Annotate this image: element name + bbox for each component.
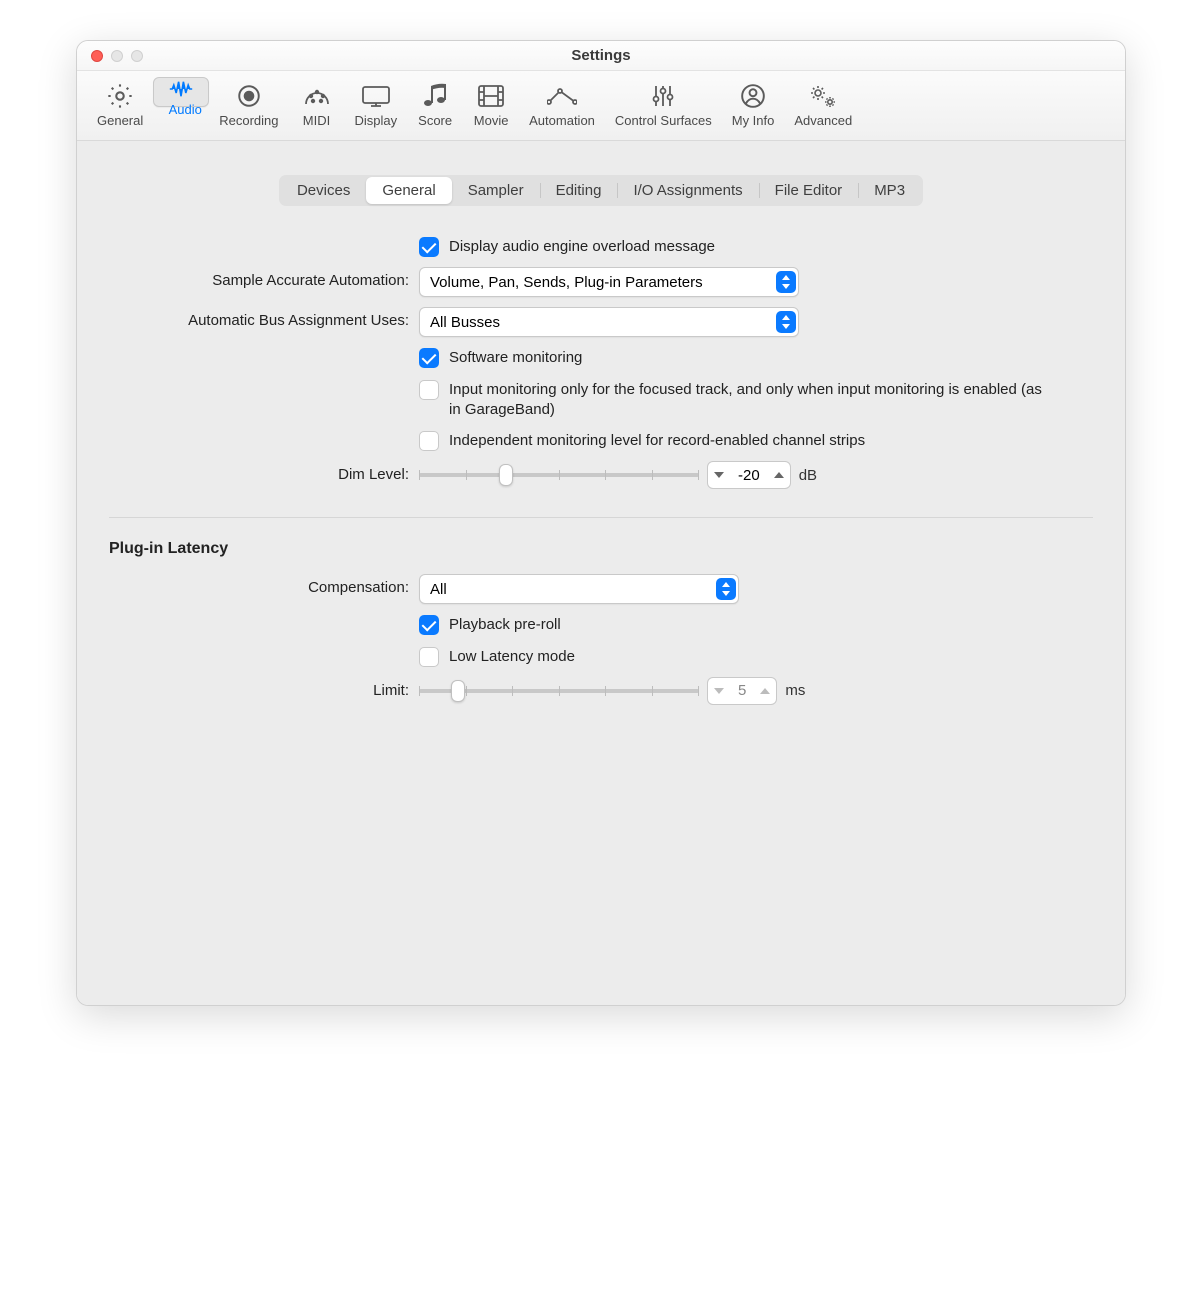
sample-accurate-select[interactable]: Volume, Pan, Sends, Plug-in Parameters [419, 267, 799, 297]
toolbar-recording[interactable]: Recording [209, 77, 288, 130]
toolbar-label: Control Surfaces [615, 113, 712, 128]
software-monitoring-row[interactable]: Software monitoring [419, 347, 582, 368]
independent-monitoring-row[interactable]: Independent monitoring level for record-… [419, 430, 865, 451]
limit-stepper[interactable]: 5 [707, 677, 777, 705]
limit-slider[interactable] [419, 680, 699, 702]
automation-icon [545, 81, 579, 111]
overload-message-row[interactable]: Display audio engine overload message [419, 236, 715, 257]
person-icon [736, 81, 770, 111]
dim-level-value: -20 [730, 467, 768, 484]
limit-value: 5 [730, 682, 754, 699]
limit-unit: ms [785, 682, 805, 699]
select-value: Volume, Pan, Sends, Plug-in Parameters [430, 274, 770, 291]
chevron-down-icon[interactable] [708, 678, 730, 704]
low-latency-checkbox[interactable] [419, 647, 439, 667]
chevron-up-down-icon [776, 311, 796, 333]
bus-assignment-label: Automatic Bus Assignment Uses: [109, 307, 409, 329]
compensation-label: Compensation: [109, 574, 409, 596]
chevron-down-icon[interactable] [708, 462, 730, 488]
toolbar-label: Display [355, 113, 398, 128]
toolbar-score[interactable]: Score [407, 77, 463, 130]
playback-preroll-checkbox[interactable] [419, 615, 439, 635]
dim-level-stepper[interactable]: -20 [707, 461, 791, 489]
sliders-icon [646, 81, 680, 111]
toolbar-label: Score [418, 113, 452, 128]
toolbar-label: Movie [474, 113, 509, 128]
overload-checkbox[interactable] [419, 237, 439, 257]
low-latency-label: Low Latency mode [449, 646, 575, 667]
independent-monitoring-checkbox[interactable] [419, 431, 439, 451]
tab-io-assignments[interactable]: I/O Assignments [617, 177, 758, 204]
select-value: All Busses [430, 314, 770, 331]
toolbar-advanced[interactable]: Advanced [784, 77, 862, 130]
toolbar-general[interactable]: General [87, 77, 153, 130]
chevron-up-down-icon [776, 271, 796, 293]
gear-icon [103, 81, 137, 111]
dim-level-unit: dB [799, 467, 817, 484]
overload-label: Display audio engine overload message [449, 236, 715, 257]
tab-devices[interactable]: Devices [281, 177, 366, 204]
toolbar-movie[interactable]: Movie [463, 77, 519, 130]
compensation-select[interactable]: All [419, 574, 739, 604]
preferences-toolbar: General Audio Recording MIDI Display Sco… [77, 71, 1125, 141]
toolbar-midi[interactable]: MIDI [289, 77, 345, 130]
tab-sampler[interactable]: Sampler [452, 177, 540, 204]
toolbar-label: MIDI [303, 113, 330, 128]
bus-assignment-select[interactable]: All Busses [419, 307, 799, 337]
toolbar-label: General [97, 113, 143, 128]
playback-preroll-label: Playback pre-roll [449, 614, 561, 635]
toolbar-label: Audio [169, 102, 202, 117]
toolbar-label: Recording [219, 113, 278, 128]
software-monitoring-label: Software monitoring [449, 347, 582, 368]
chevron-up-icon[interactable] [768, 462, 790, 488]
dim-level-label: Dim Level: [109, 461, 409, 483]
sample-accurate-label: Sample Accurate Automation: [109, 267, 409, 289]
record-icon [232, 81, 266, 111]
midi-icon [300, 81, 334, 111]
tab-mp3[interactable]: MP3 [858, 177, 921, 204]
toolbar-display[interactable]: Display [345, 77, 408, 130]
settings-form: Display audio engine overload message Sa… [99, 236, 1103, 705]
focused-track-label: Input monitoring only for the focused tr… [449, 379, 1049, 421]
display-icon [359, 81, 393, 111]
toolbar-label: My Info [732, 113, 775, 128]
tab-editing[interactable]: Editing [540, 177, 618, 204]
focused-track-checkbox[interactable] [419, 380, 439, 400]
audio-icon [168, 78, 202, 100]
score-icon [418, 81, 452, 111]
select-value: All [430, 581, 710, 598]
toolbar-my-info[interactable]: My Info [722, 77, 785, 130]
toolbar-control-surfaces[interactable]: Control Surfaces [605, 77, 722, 130]
toolbar-label: Automation [529, 113, 595, 128]
chevron-up-icon[interactable] [754, 678, 776, 704]
independent-monitoring-label: Independent monitoring level for record-… [449, 430, 865, 451]
playback-preroll-row[interactable]: Playback pre-roll [419, 614, 561, 635]
tab-general[interactable]: General [366, 177, 451, 204]
settings-window: Settings General Audio Recording MIDI Di… [76, 40, 1126, 1006]
dim-level-slider[interactable] [419, 464, 699, 486]
window-title: Settings [77, 47, 1125, 64]
chevron-up-down-icon [716, 578, 736, 600]
software-monitoring-checkbox[interactable] [419, 348, 439, 368]
focused-track-row[interactable]: Input monitoring only for the focused tr… [419, 379, 1049, 421]
toolbar-audio[interactable]: Audio [153, 77, 209, 107]
subtab-bar: Devices General Sampler Editing I/O Assi… [279, 175, 923, 206]
divider [109, 517, 1093, 518]
movie-icon [474, 81, 508, 111]
tab-file-editor[interactable]: File Editor [759, 177, 859, 204]
toolbar-automation[interactable]: Automation [519, 77, 605, 130]
content-pane: Devices General Sampler Editing I/O Assi… [77, 141, 1125, 1005]
low-latency-row[interactable]: Low Latency mode [419, 646, 575, 667]
limit-label: Limit: [109, 677, 409, 699]
plugin-latency-heading: Plug-in Latency [109, 536, 1093, 564]
toolbar-label: Advanced [794, 113, 852, 128]
titlebar[interactable]: Settings [77, 41, 1125, 71]
gears-icon [806, 81, 840, 111]
